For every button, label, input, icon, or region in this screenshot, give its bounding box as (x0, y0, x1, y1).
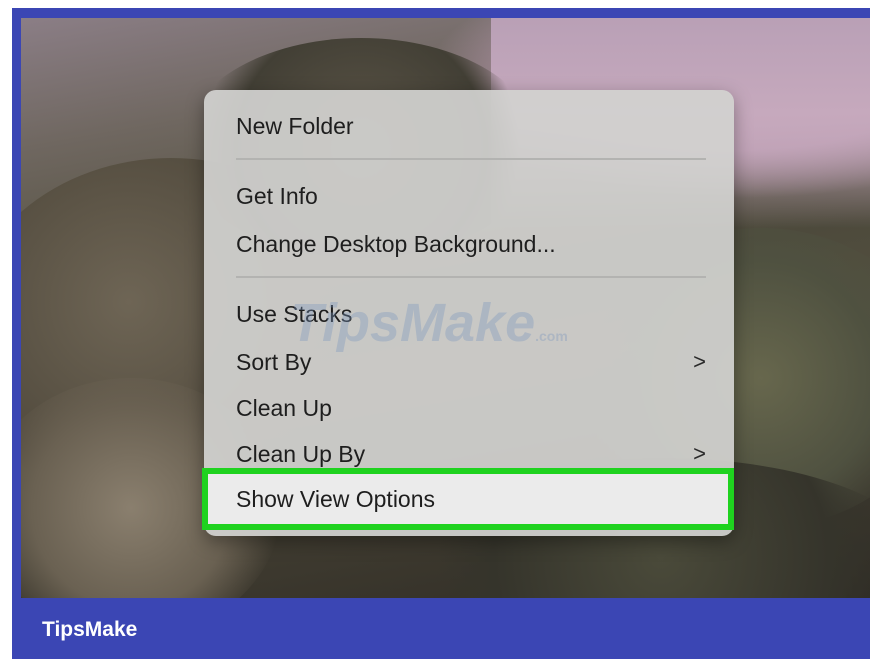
menu-item-label: Show View Options (236, 486, 436, 512)
menu-item-clean-up[interactable]: Clean Up (236, 388, 706, 428)
menu-item-label: Change Desktop Background... (236, 231, 556, 257)
menu-item-change-desktop-background[interactable]: Change Desktop Background... (236, 224, 706, 264)
menu-item-new-folder[interactable]: New Folder (236, 106, 706, 146)
menu-item-label: New Folder (236, 113, 354, 139)
menu-separator (236, 158, 706, 160)
menu-separator (236, 276, 706, 278)
menu-item-label: Clean Up (236, 395, 332, 421)
menu-item-show-view-options[interactable]: Show View Options (202, 468, 734, 530)
menu-item-get-info[interactable]: Get Info (236, 176, 706, 216)
footer-brand-label: TipsMake (42, 618, 138, 641)
watermark-logo: TipsMake.com (290, 293, 568, 353)
chevron-right-icon: > (693, 349, 706, 374)
menu-item-label: Get Info (236, 183, 318, 209)
